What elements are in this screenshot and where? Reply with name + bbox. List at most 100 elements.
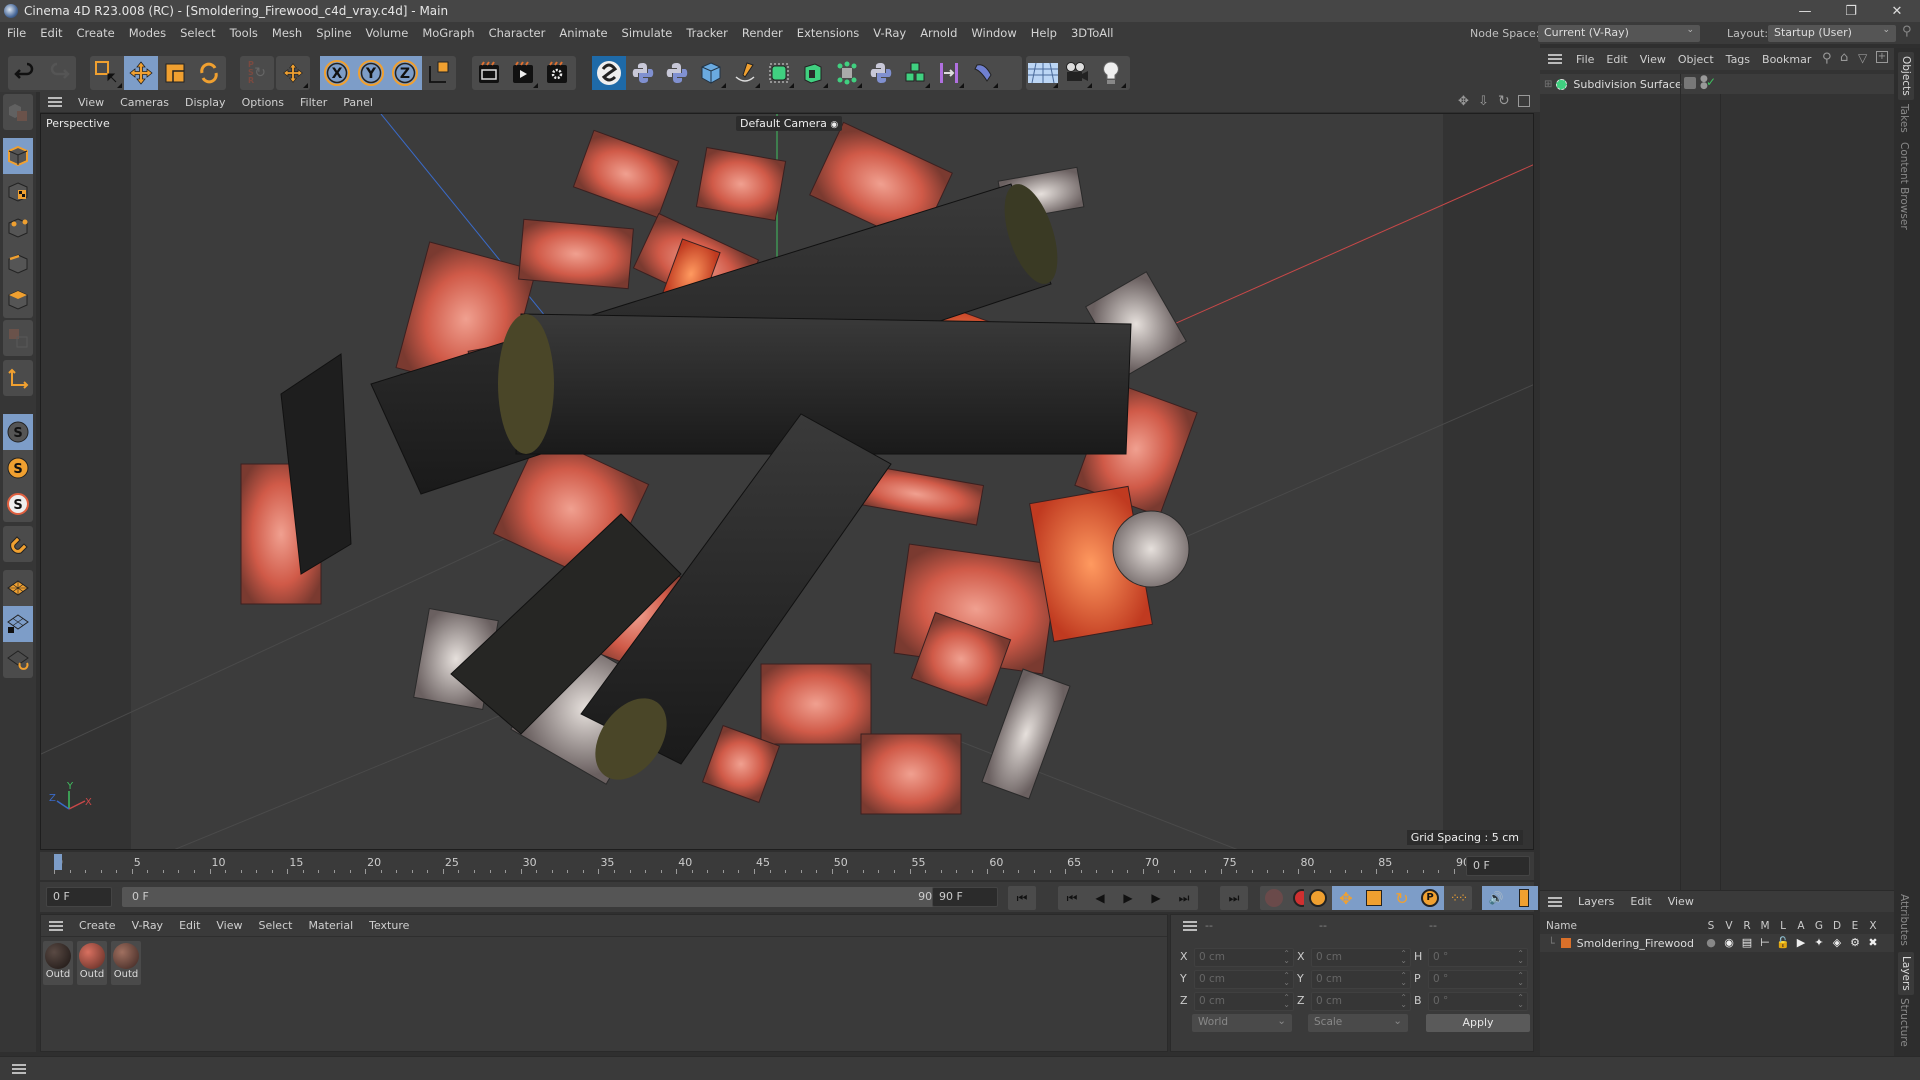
coordinate-space-dropdown[interactable]: World ⌄ [1192, 1014, 1292, 1032]
hamburger-icon[interactable] [49, 920, 63, 931]
render-settings-button[interactable] [540, 56, 574, 90]
spinner-icon[interactable]: ⌃ ⌄ [1283, 994, 1290, 1009]
viewport-menu-cameras[interactable]: Cameras [112, 96, 177, 109]
snap-settings-button[interactable]: S [3, 450, 33, 486]
viewport-menu-panel[interactable]: Panel [335, 96, 381, 109]
tab-objects[interactable]: Objects [1898, 52, 1914, 100]
keyframe-settings-button[interactable] [1304, 886, 1332, 910]
next-frame-button[interactable]: ▶ [1142, 886, 1170, 910]
menu-render[interactable]: Render [735, 26, 790, 40]
lock-icon[interactable]: 🔓 [1774, 936, 1792, 949]
key-pla-button[interactable]: ⁘⁘ [1444, 886, 1472, 910]
material-menu-view[interactable]: View [208, 919, 250, 932]
next-key-button[interactable]: ⏭ [1170, 886, 1198, 910]
search-icon[interactable]: ⚲ [1822, 51, 1832, 66]
hamburger-icon[interactable] [1183, 921, 1197, 931]
go-to-end-button[interactable]: ⏭ [1220, 886, 1248, 910]
layer-menu-layers[interactable]: Layers [1570, 895, 1622, 908]
material-menu-material[interactable]: Material [300, 919, 361, 932]
layer-column-a[interactable]: A [1792, 920, 1810, 932]
menu-help[interactable]: Help [1024, 26, 1064, 40]
spinner-icon[interactable]: ⌃ ⌄ [1400, 994, 1407, 1009]
object-menu-object[interactable]: Object [1672, 53, 1720, 66]
vray-button[interactable] [592, 56, 626, 90]
menu-character[interactable]: Character [482, 26, 553, 40]
layer-column-d[interactable]: D [1828, 920, 1846, 932]
object-menu-tags[interactable]: Tags [1720, 53, 1756, 66]
play-button[interactable]: ▶ [1114, 886, 1142, 910]
home-icon[interactable]: ⌂ [1840, 50, 1848, 65]
tab-content-browser[interactable]: Content Browser [1898, 142, 1910, 230]
material-menu-texture[interactable]: Texture [361, 919, 417, 932]
restore-button[interactable]: ❐ [1828, 0, 1874, 22]
live-selection-button[interactable] [90, 56, 124, 90]
material-item[interactable]: Outd [43, 941, 73, 985]
search-icon[interactable]: ⚲ [1902, 24, 1912, 39]
locked-workplane-button[interactable] [3, 606, 33, 642]
menu-extensions[interactable]: Extensions [790, 26, 866, 40]
object-menu-bookmarks[interactable]: Bookmar [1756, 53, 1817, 66]
spinner-icon[interactable]: ⌃ ⌄ [1283, 972, 1290, 987]
edge-mode-button[interactable] [3, 246, 33, 282]
magnet-button[interactable] [3, 526, 33, 562]
material-menu-vray[interactable]: V-Ray [124, 919, 172, 932]
key-rotation-button[interactable]: ↻ [1388, 886, 1416, 910]
layer-color-swatch[interactable] [1560, 938, 1571, 948]
python-button-3[interactable] [864, 56, 898, 90]
workplane-align-button[interactable] [3, 642, 33, 678]
expand-icon[interactable]: ⊞ [1544, 79, 1552, 90]
tab-layers[interactable]: Layers [1898, 952, 1914, 995]
menu-file[interactable]: File [0, 26, 33, 40]
rotate-view-icon[interactable]: ↻ [1498, 93, 1510, 109]
apply-button[interactable]: Apply [1426, 1014, 1530, 1032]
y-axis-button[interactable]: Y [354, 56, 388, 90]
camera-label[interactable]: Default Camera ◉ [736, 116, 843, 131]
deformer-icon[interactable]: ◈ [1828, 936, 1846, 949]
prev-frame-button[interactable]: ◀ [1086, 886, 1114, 910]
enabled-check-icon[interactable]: ✓ [1706, 75, 1716, 89]
coord-field[interactable]: 0 cm ⌃ ⌄ [1311, 992, 1411, 1011]
animation-icon[interactable]: ▶ [1792, 936, 1810, 949]
mograph-button[interactable] [898, 56, 932, 90]
render-region-button[interactable] [472, 56, 506, 90]
layer-column-x[interactable]: X [1864, 920, 1882, 932]
layer-column-e[interactable]: E [1846, 920, 1864, 932]
range-slider[interactable]: 0 F 90 F [122, 887, 956, 907]
menu-edit[interactable]: Edit [33, 26, 69, 40]
scale-button[interactable] [158, 56, 192, 90]
material-item[interactable]: Outd [77, 941, 107, 985]
coord-field[interactable]: 0 cm ⌃ ⌄ [1311, 948, 1411, 967]
coord-field[interactable]: 0 cm ⌃ ⌄ [1194, 992, 1294, 1011]
expression-icon[interactable]: ⚙ [1846, 936, 1864, 949]
menu-arnold[interactable]: Arnold [913, 26, 964, 40]
coord-field[interactable]: 0 ° ⌃ ⌄ [1428, 970, 1528, 989]
move-button[interactable] [124, 56, 158, 90]
polygon-mode-button[interactable] [3, 282, 33, 318]
material-menu-create[interactable]: Create [71, 919, 124, 932]
playhead[interactable] [54, 854, 62, 870]
psr-button[interactable]: P S R ↻ [240, 56, 274, 90]
object-menu-view[interactable]: View [1634, 53, 1672, 66]
workplane-button[interactable] [3, 570, 33, 606]
undo-button[interactable] [8, 56, 42, 90]
layer-column-g[interactable]: G [1810, 920, 1828, 932]
point-mode-button[interactable] [3, 210, 33, 246]
menu-mograph[interactable]: MoGraph [415, 26, 481, 40]
tab-structure[interactable]: Structure [1898, 998, 1910, 1047]
x-axis-button[interactable]: X [320, 56, 354, 90]
filter-icon[interactable]: ▽ [1858, 51, 1867, 65]
world-coordinate-button[interactable] [422, 56, 456, 90]
manager-icon[interactable]: ⊢ [1756, 936, 1774, 949]
snap-button[interactable]: S [3, 414, 33, 450]
start-frame-field[interactable]: 0 F [46, 887, 112, 907]
layer-row[interactable]: └ Smoldering_Firewood ● ◉ ▤ ⊢ 🔓 ▶ ✦ ◈ ⚙ ✖ [1540, 934, 1894, 952]
extrude-button[interactable] [796, 56, 830, 90]
ruler-track[interactable]: 051015202530354045505560657075808590 [54, 852, 1470, 880]
prev-key-button[interactable]: ⏮ [1058, 886, 1086, 910]
move-view-icon[interactable]: ✥ [1458, 94, 1469, 109]
solo-icon[interactable]: ● [1702, 936, 1720, 949]
spinner-icon[interactable]: ⌃ ⌄ [1517, 972, 1524, 987]
menu-volume[interactable]: Volume [359, 26, 416, 40]
coord-field[interactable]: 0 ° ⌃ ⌄ [1428, 948, 1528, 967]
spinner-icon[interactable]: ⌃ ⌄ [1400, 972, 1407, 987]
